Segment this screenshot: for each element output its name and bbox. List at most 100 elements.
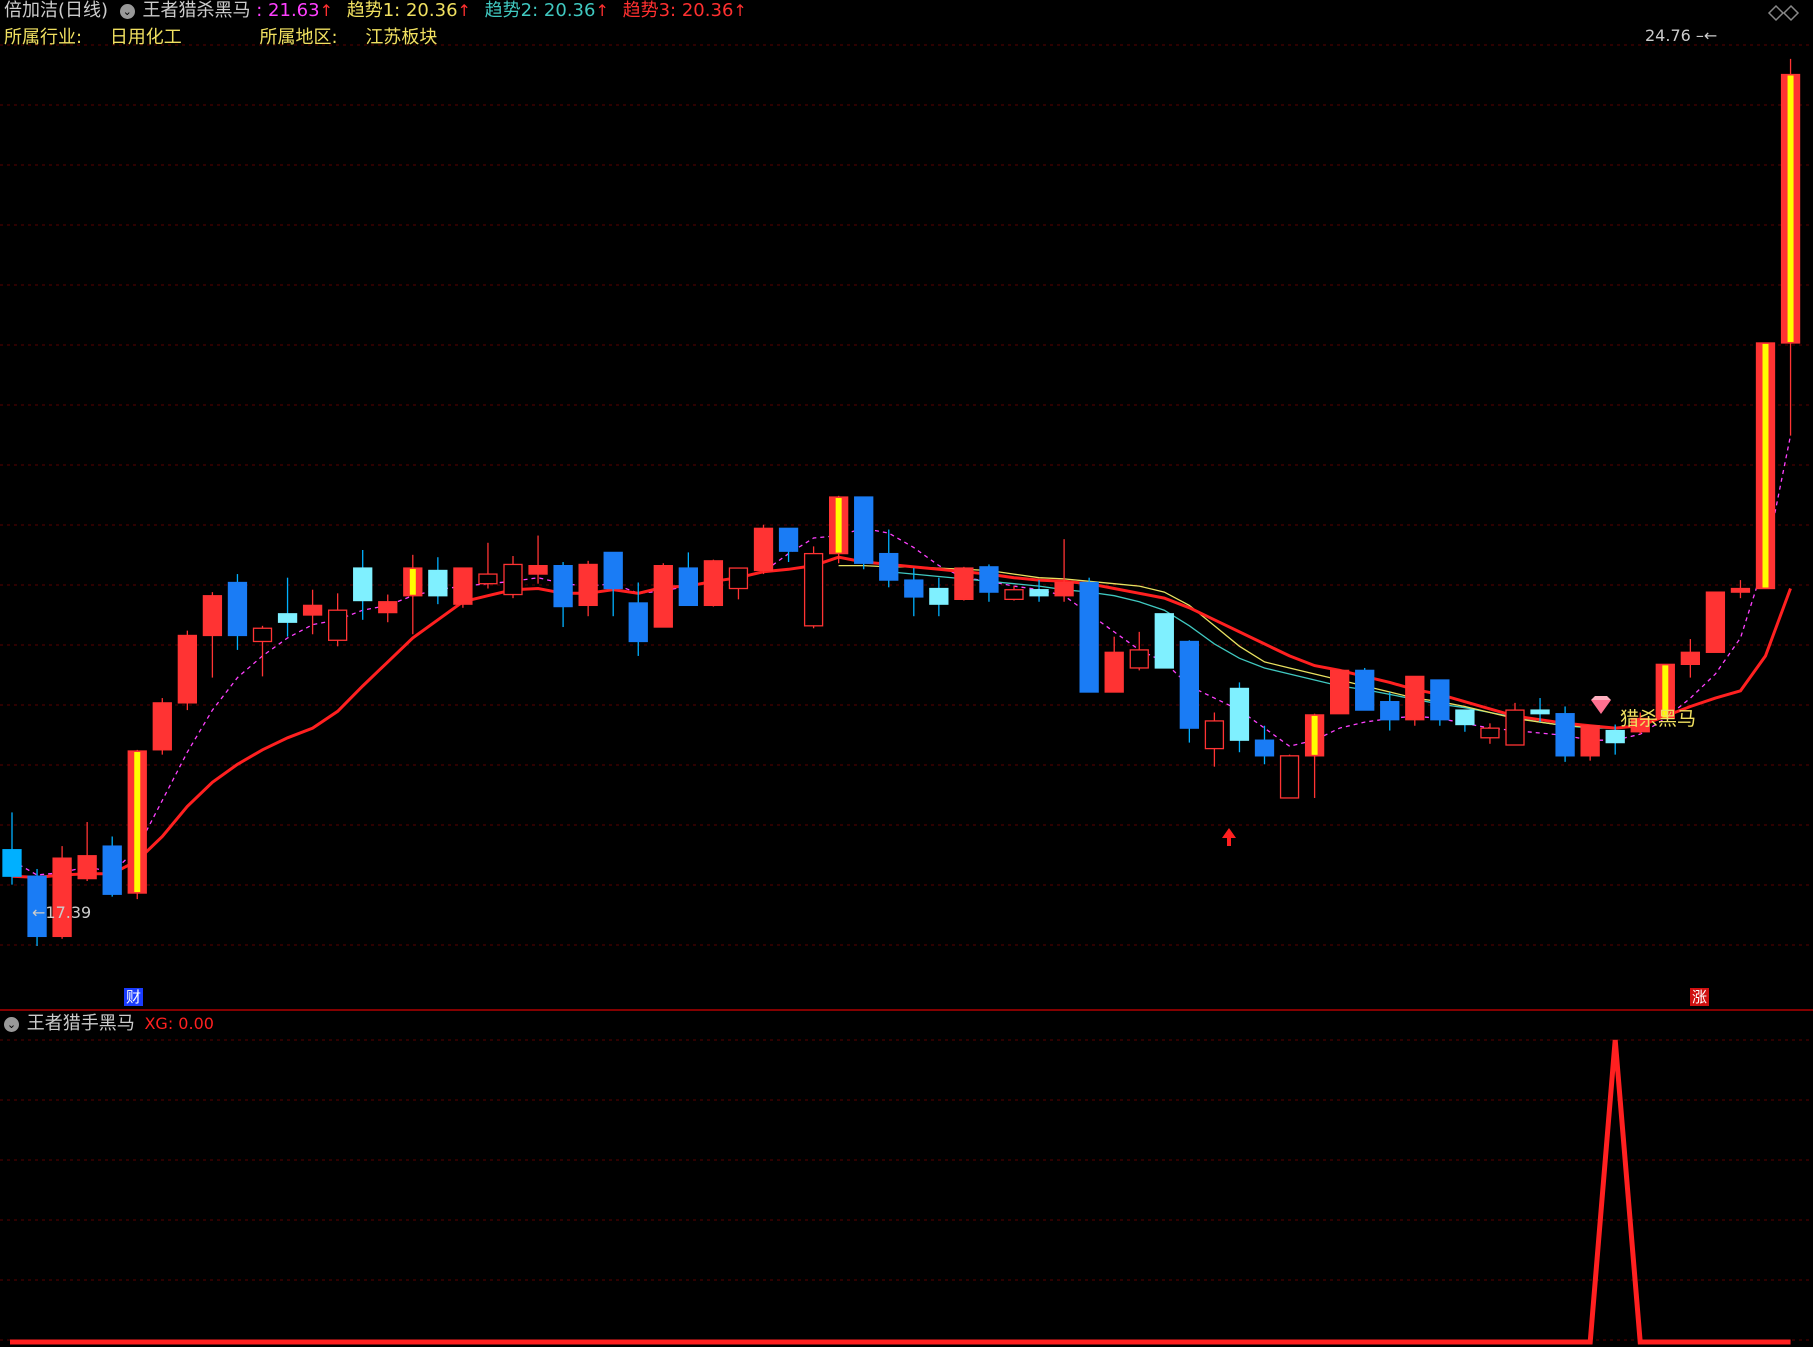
candle-body: [1455, 709, 1475, 726]
limit-up-marker: [835, 498, 842, 553]
trend1-label: 趋势1:: [346, 0, 401, 21]
candle-body: [252, 627, 273, 643]
candle-body: [77, 855, 97, 880]
candle-body: [52, 857, 72, 938]
xg-signal-line: [10, 1039, 1791, 1345]
candle-body: [1279, 755, 1300, 799]
industry-label: 所属行业:: [4, 27, 83, 48]
candle-body: [1605, 729, 1625, 744]
sub-panel-header: ⌄ 王者猎手黑马 XG: 0.00: [4, 1013, 214, 1035]
candle-body: [1104, 651, 1124, 693]
candle-body: [728, 567, 749, 590]
candle-body: [603, 551, 623, 590]
candle-body: [227, 581, 248, 637]
candle-body: [1430, 679, 1450, 721]
candle-body: [177, 634, 198, 704]
candle-body: [1229, 687, 1250, 741]
industry-value: 日用化工: [109, 27, 182, 48]
info-bar: 所属行业: 日用化工 所属地区: 江苏板块: [4, 27, 437, 49]
indicator-toggle-icon[interactable]: ⌄: [119, 3, 135, 19]
candle-body: [2, 849, 22, 877]
candle-body: [1680, 651, 1700, 666]
sub-panel-signal: [10, 1039, 1791, 1345]
candle-body: [1004, 589, 1024, 601]
candlestick-series: [2, 58, 1801, 947]
candle-body: [1355, 669, 1375, 711]
signal-label: 猎杀黑马: [1620, 708, 1697, 730]
low-price-label: ←17.39: [32, 903, 92, 922]
candle-body: [1580, 725, 1600, 757]
trend3-value: 20.36: [681, 0, 734, 21]
trend1-value: 20.36: [405, 0, 458, 21]
candle-body: [803, 552, 824, 627]
high-price-label: 24.76 –←: [1645, 26, 1718, 45]
candle-body: [1079, 581, 1099, 693]
sub-panel-title[interactable]: 王者猎手黑马: [27, 1013, 135, 1034]
candle-body: [1505, 709, 1525, 746]
candle-body: [979, 566, 999, 593]
candle-body: [1204, 720, 1225, 750]
moving-average-lines: [11, 435, 1792, 879]
candle-body: [327, 609, 348, 641]
dropdown-icon[interactable]: [1782, 4, 1800, 22]
candle-body: [904, 579, 924, 598]
candle-body: [378, 601, 398, 614]
up-arrow-icon: ↑: [733, 1, 747, 20]
sub-toggle-icon[interactable]: ⌄: [4, 1016, 19, 1032]
candle-body: [1730, 587, 1751, 593]
candle-body: [1705, 591, 1726, 653]
candle-body: [929, 587, 949, 605]
indicator-name[interactable]: 王者猎杀黑马: [143, 0, 251, 21]
region-value: 江苏板块: [365, 27, 438, 48]
grid-lines: [0, 44, 1813, 1341]
ma-magenta-line: [11, 435, 1792, 876]
candle-body: [302, 604, 323, 616]
up-arrow-icon: ↑: [595, 1, 609, 20]
cai-badge[interactable]: 财: [124, 988, 144, 1006]
up-arrow-icon: ↑: [457, 1, 471, 20]
candle-body: [678, 567, 698, 607]
candle-body: [628, 602, 648, 643]
candle-body: [578, 563, 598, 607]
red-up-arrow-icon: [1222, 828, 1236, 846]
candle-body: [1254, 739, 1275, 757]
candle-body: [1405, 675, 1425, 721]
candle-body: [428, 569, 448, 597]
candle-body: [1380, 701, 1400, 721]
candle-body: [353, 567, 373, 602]
chart-canvas: [0, 4, 1813, 1345]
trend3-label: 趋势3:: [622, 0, 677, 21]
candle-body: [1029, 589, 1049, 597]
limit-up-marker: [1787, 75, 1794, 342]
candle-body: [277, 613, 298, 623]
region-label: 所属地区:: [259, 27, 338, 48]
candle-body: [202, 595, 223, 637]
candle-body: [1530, 709, 1550, 715]
candle-body: [653, 564, 673, 628]
xg-value: XG: 0.00: [144, 1014, 214, 1033]
candle-body: [854, 496, 874, 564]
header-bar: 倍加洁(日线) ⌄ 王者猎杀黑马 : 21.63↑ 趋势1: 20.36↑ 趋势…: [4, 0, 747, 22]
candle-body: [453, 567, 473, 605]
high-price-value: 24.76: [1645, 26, 1691, 45]
candle-body: [703, 560, 724, 607]
limit-up-marker: [409, 569, 416, 595]
candle-body: [102, 845, 122, 895]
trend2-label: 趋势2:: [484, 0, 539, 21]
stock-name[interactable]: 倍加洁(日线): [4, 0, 108, 21]
candle-body: [478, 573, 498, 585]
candle-body: [1154, 613, 1174, 669]
diamond-icon: [1591, 696, 1611, 714]
limit-up-marker: [1762, 343, 1769, 588]
candle-body: [1480, 727, 1500, 739]
low-price-value: 17.39: [45, 903, 92, 922]
candle-body: [879, 552, 899, 581]
candle-body: [528, 564, 548, 575]
zhang-badge[interactable]: 涨: [1690, 988, 1710, 1006]
candle-body: [1129, 649, 1149, 669]
candle-body: [152, 702, 172, 751]
trend2-value: 20.36: [543, 0, 596, 21]
candle-body: [1555, 713, 1575, 757]
diamond-small-icon[interactable]: [1767, 4, 1785, 22]
limit-up-marker: [1311, 715, 1318, 755]
